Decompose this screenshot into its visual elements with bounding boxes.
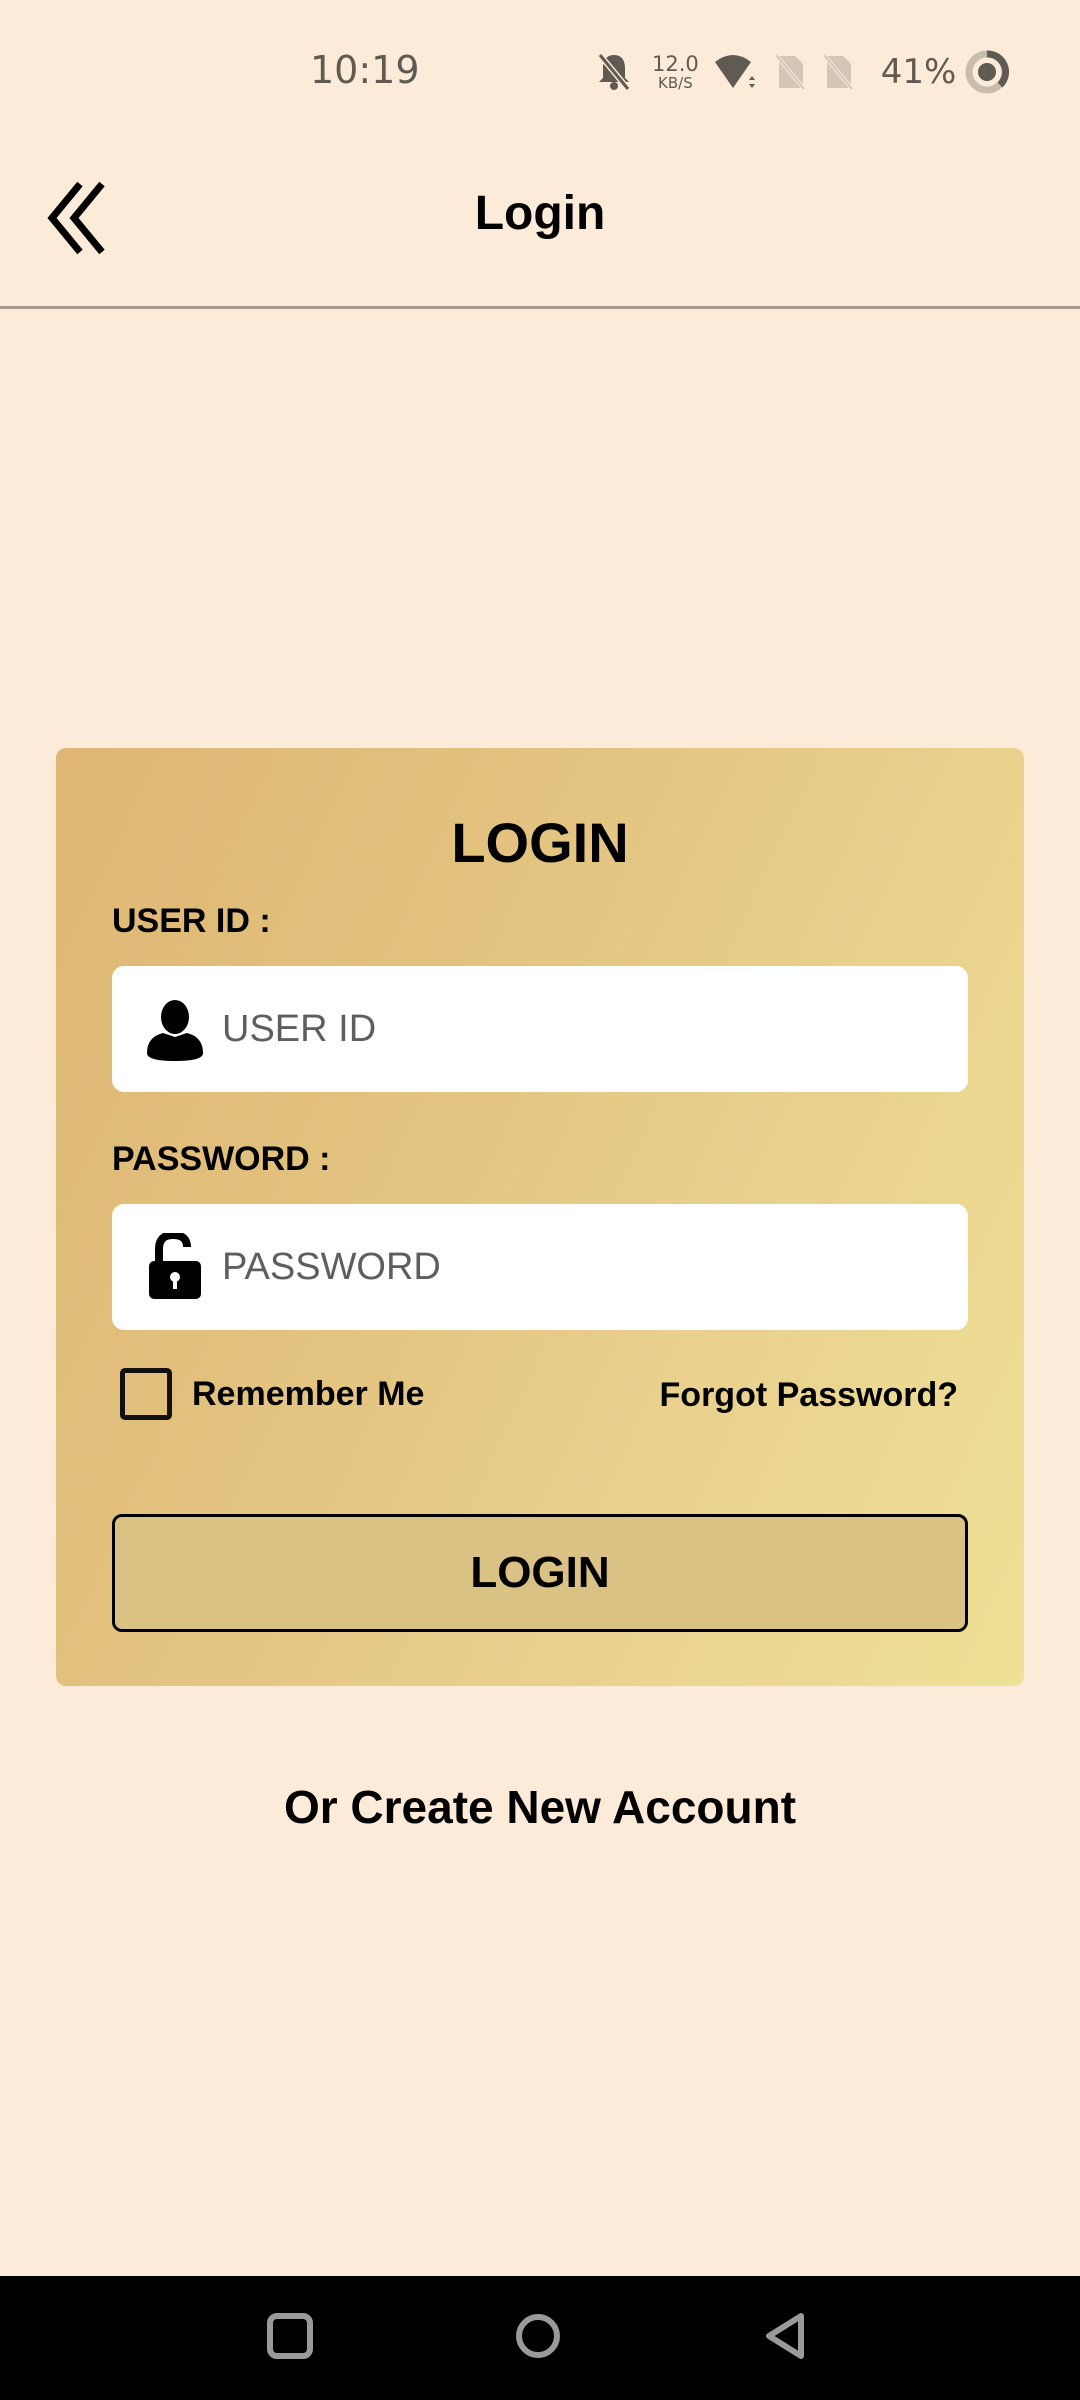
remember-me[interactable]: Remember Me — [120, 1368, 424, 1420]
user-id-label: USER ID : — [112, 902, 271, 940]
back-nav-button[interactable] — [754, 2306, 818, 2370]
login-button[interactable]: LOGIN — [112, 1514, 968, 1632]
status-icons: 12.0 KB/S 41% — [594, 44, 1010, 100]
recents-icon — [265, 2311, 315, 2366]
network-speed-unit: KB/S — [658, 73, 693, 92]
unlock-icon — [140, 1232, 210, 1302]
home-icon — [513, 2311, 563, 2366]
home-button[interactable] — [506, 2306, 570, 2370]
remember-me-label: Remember Me — [192, 1374, 425, 1413]
status-time: 10:19 — [310, 48, 420, 92]
login-card: LOGIN USER ID : PASSWORD : Remember Me F… — [56, 748, 1024, 1686]
password-label: PASSWORD : — [112, 1140, 331, 1178]
system-nav-bar — [0, 2276, 1080, 2400]
app-header: Login — [0, 140, 1080, 308]
back-icon — [761, 2311, 811, 2366]
network-speed-value: 12.0 — [652, 51, 699, 76]
create-account-link[interactable]: Or Create New Account — [0, 1780, 1080, 1834]
battery-percent: 41% — [880, 52, 957, 92]
battery-ring-icon — [964, 49, 1010, 95]
recents-button[interactable] — [258, 2306, 322, 2370]
login-card-title: LOGIN — [451, 811, 629, 874]
user-id-field[interactable] — [112, 966, 968, 1092]
header-divider — [0, 306, 1080, 309]
user-icon — [140, 994, 210, 1064]
status-bar: 10:19 12.0 KB/S 41% — [0, 0, 1080, 140]
sim-none-icon — [773, 52, 807, 92]
page-title: Login — [474, 187, 606, 240]
remember-me-checkbox[interactable] — [120, 1368, 172, 1420]
password-input[interactable] — [222, 1245, 922, 1289]
bell-muted-icon — [594, 51, 634, 93]
forgot-password-link[interactable]: Forgot Password? — [660, 1376, 958, 1415]
wifi-icon — [713, 52, 759, 92]
user-id-input[interactable] — [222, 1007, 922, 1051]
password-field[interactable] — [112, 1204, 968, 1330]
sim-none-icon — [821, 52, 855, 92]
network-speed: 12.0 KB/S — [652, 51, 699, 92]
